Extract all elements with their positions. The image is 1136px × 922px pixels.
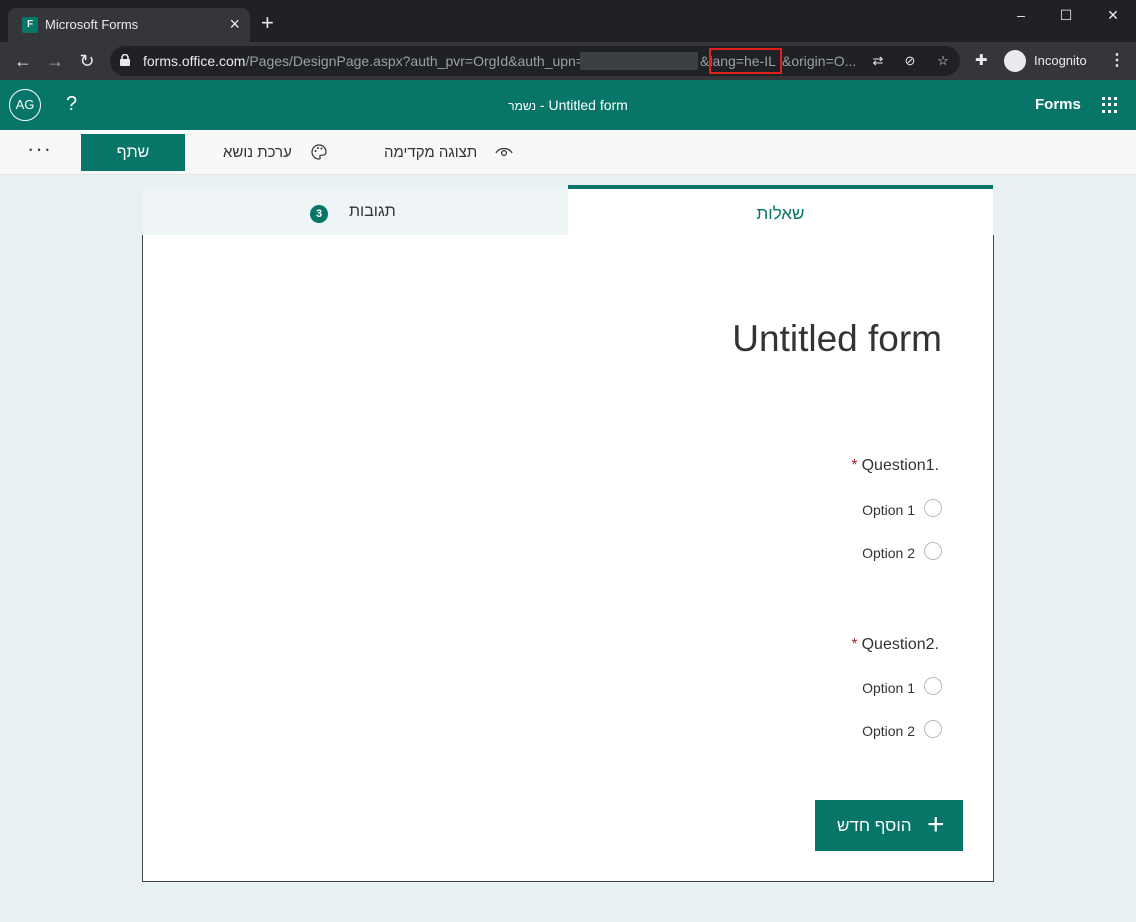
required-marker: * (851, 457, 858, 474)
saved-status: נשמר (508, 99, 537, 113)
radio-button[interactable] (924, 677, 942, 695)
palette-icon (311, 144, 327, 160)
tab-title: Microsoft Forms (45, 17, 139, 32)
new-tab-icon[interactable]: + (261, 12, 274, 34)
tab-questions[interactable]: שאלות (568, 185, 993, 235)
question-title: * Question1. (851, 457, 939, 475)
forward-icon[interactable]: → (44, 50, 66, 72)
forms-brand[interactable]: Forms (1035, 96, 1081, 113)
responses-count-badge: 3 (310, 205, 328, 223)
url-origin-param: &origin=O... (782, 53, 857, 69)
browser-menu-icon[interactable]: ⋮ (1109, 50, 1125, 70)
translate-icon[interactable]: ⇄ (870, 53, 886, 69)
minimize-icon[interactable]: – (998, 0, 1044, 30)
form-title[interactable]: Untitled form (732, 318, 942, 360)
tab-responses-label: תגובות (349, 203, 396, 220)
eye-icon (495, 147, 513, 157)
required-marker: * (851, 636, 858, 653)
add-new-button[interactable]: + הוסף חדש (815, 800, 963, 851)
reload-icon[interactable]: ↻ (76, 50, 98, 72)
more-options-icon[interactable]: ··· (27, 136, 52, 162)
redacted-url-segment (580, 52, 698, 70)
question-number: 1. (925, 457, 939, 474)
lock-icon (120, 54, 130, 66)
forms-header: AG ? נשמר - Untitled form Forms (0, 80, 1136, 130)
question-number: 2. (925, 636, 939, 653)
url-text: forms.office.com/Pages/DesignPage.aspx?a… (143, 53, 584, 69)
extensions-icon[interactable]: ✚ (975, 51, 988, 69)
command-bar: ··· שתף ערכת נושא תצוגה מקדימה (0, 130, 1136, 175)
bookmark-star-icon[interactable]: ☆ (935, 53, 951, 69)
back-icon[interactable]: ← (12, 50, 34, 72)
form-card: Untitled form * Question1. Option 1 Optio… (142, 235, 994, 882)
preview-label: תצוגה מקדימה (384, 144, 478, 161)
window-close-icon[interactable]: ✕ (1090, 0, 1136, 30)
tab-responses[interactable]: תגובות 3 (143, 189, 568, 235)
option-label: Option 2 (862, 723, 915, 739)
add-new-label: הוסף חדש (837, 816, 912, 835)
document-title: נשמר - Untitled form (508, 97, 628, 113)
browser-toolbar: ← → ↻ forms.office.com/Pages/DesignPage.… (0, 42, 1136, 80)
url-host: forms.office.com (143, 53, 246, 69)
plus-icon: + (927, 808, 945, 841)
document-title-text: Untitled form (548, 97, 628, 113)
tab-questions-label: שאלות (756, 204, 805, 223)
url-path: /Pages/DesignPage.aspx?auth_pvr=OrgId&au… (245, 53, 585, 69)
lang-highlight-box (709, 48, 782, 74)
radio-button[interactable] (924, 720, 942, 738)
forms-favicon-icon: F (22, 17, 38, 33)
option-label: Option 2 (862, 545, 915, 561)
close-tab-icon[interactable]: × (229, 14, 240, 34)
question-text: Question (861, 457, 926, 474)
share-button[interactable]: שתף (81, 134, 185, 171)
radio-button[interactable] (924, 542, 942, 560)
question-text: Question (861, 636, 926, 653)
incognito-label[interactable]: Incognito (1034, 53, 1087, 68)
address-bar[interactable]: forms.office.com/Pages/DesignPage.aspx?a… (110, 46, 960, 76)
theme-label: ערכת נושא (223, 144, 292, 161)
radio-button[interactable] (924, 499, 942, 517)
incognito-icon[interactable] (1004, 50, 1026, 72)
browser-tab-strip: F Microsoft Forms × + – ☐ ✕ (0, 0, 1136, 42)
maximize-icon[interactable]: ☐ (1043, 0, 1089, 30)
question-title: * Question2. (851, 636, 939, 654)
browser-tab[interactable]: F Microsoft Forms × (8, 8, 250, 42)
eye-off-icon[interactable]: ⊘ (902, 53, 918, 69)
option-label: Option 1 (862, 680, 915, 696)
app-launcher-icon[interactable] (1102, 97, 1118, 113)
option-label: Option 1 (862, 502, 915, 518)
